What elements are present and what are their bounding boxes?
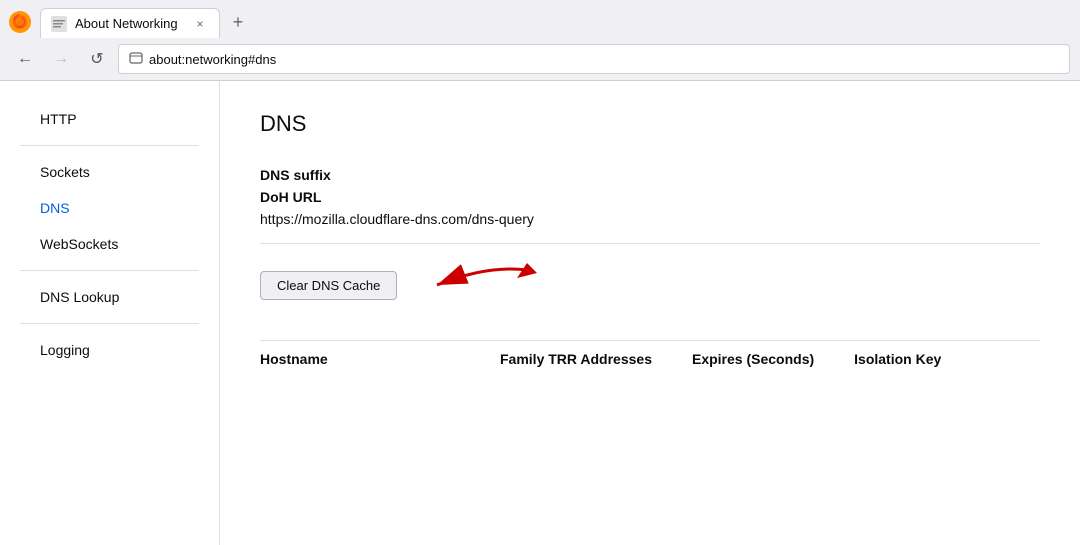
tab-title: About Networking: [75, 16, 183, 31]
address-bar[interactable]: about:networking#dns: [118, 44, 1070, 74]
tab-close-button[interactable]: ×: [191, 15, 209, 33]
th-family-trr: Family TRR Addresses: [500, 351, 652, 367]
sidebar-divider-1: [20, 145, 199, 146]
sidebar-item-logging[interactable]: Logging: [0, 332, 219, 368]
address-bar-icon: [129, 51, 143, 68]
th-expires: Expires (Seconds): [692, 351, 814, 367]
sidebar-item-websockets[interactable]: WebSockets: [0, 226, 219, 262]
table-headers: Hostname Family TRR Addresses Expires (S…: [260, 340, 1040, 367]
address-text: about:networking#dns: [149, 52, 1059, 67]
back-button[interactable]: ←: [10, 44, 40, 74]
main-content: DNS DNS suffix DoH URL https://mozilla.c…: [220, 81, 1080, 545]
page-icon: [51, 16, 67, 32]
sidebar-item-http[interactable]: HTTP: [0, 101, 219, 137]
active-tab[interactable]: About Networking ×: [40, 8, 220, 38]
doh-url-row: DoH URL: [260, 189, 1040, 205]
clear-dns-cache-button[interactable]: Clear DNS Cache: [260, 271, 397, 300]
nav-bar: ← → ↺ about:networking#dns: [0, 38, 1080, 80]
page-title: DNS: [260, 111, 1040, 137]
page-content: HTTP Sockets DNS WebSockets DNS Lookup L…: [0, 81, 1080, 545]
tab-bar: About Networking × +: [0, 0, 1080, 38]
dns-suffix-row: DNS suffix: [260, 167, 1040, 183]
sidebar-item-sockets[interactable]: Sockets: [0, 154, 219, 190]
sidebar-item-dns[interactable]: DNS: [0, 190, 219, 226]
reload-button[interactable]: ↺: [82, 44, 112, 74]
sidebar-divider-3: [20, 323, 199, 324]
doh-url-value: https://mozilla.cloudflare-dns.com/dns-q…: [260, 211, 1040, 244]
th-hostname: Hostname: [260, 351, 460, 367]
new-tab-button[interactable]: +: [224, 8, 252, 36]
firefox-icon: [8, 10, 32, 34]
doh-url-label: DoH URL: [260, 189, 1040, 205]
th-isolation-key: Isolation Key: [854, 351, 974, 367]
sidebar-item-dns-lookup[interactable]: DNS Lookup: [0, 279, 219, 315]
forward-button[interactable]: →: [46, 44, 76, 74]
dns-suffix-label: DNS suffix: [260, 167, 1040, 183]
clear-btn-container: Clear DNS Cache: [260, 260, 1040, 310]
sidebar-divider-2: [20, 270, 199, 271]
sidebar: HTTP Sockets DNS WebSockets DNS Lookup L…: [0, 81, 220, 545]
red-arrow-annotation: [417, 260, 537, 310]
